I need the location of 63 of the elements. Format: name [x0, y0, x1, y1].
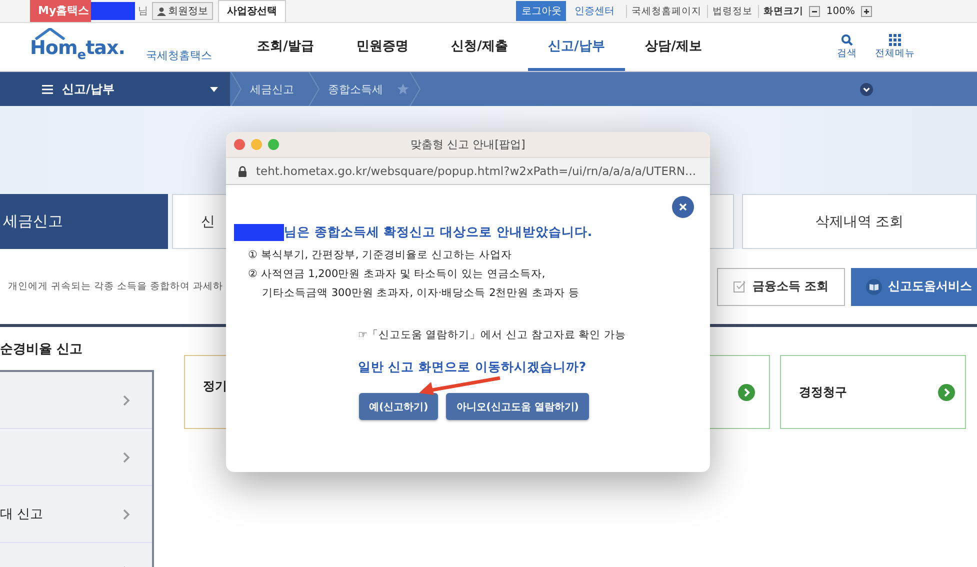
search-label[interactable]: 검색 [837, 47, 857, 60]
zoom-out-icon[interactable] [809, 6, 820, 16]
close-icon [679, 203, 687, 211]
breadcrumb-separator-icon [409, 72, 421, 106]
nav-tab[interactable]: 상담/제보 [625, 23, 722, 71]
zoom-label: 화면크기 [758, 4, 804, 18]
zoom-in-icon[interactable] [861, 6, 872, 16]
lock-icon [238, 166, 247, 176]
card-label: 정기 [203, 378, 227, 395]
criteria-text: ① 복식부기, 간편장부, 기준경비율로 신고하는 사업자 [248, 248, 513, 263]
page-tab[interactable]: 삭제내역 조회 [742, 194, 977, 249]
popup-heading: 님은 종합소득세 확정신고 대상으로 안내받았습니다. [284, 224, 592, 241]
chevron-circle-icon [738, 384, 755, 400]
section-title: 순경비율 신고 [0, 341, 84, 358]
nav-tab[interactable]: 조회/발급 [237, 23, 334, 71]
expand-icon[interactable] [860, 82, 873, 96]
person-icon [157, 6, 166, 16]
criteria-text: 기타소득금액 300만원 초과자, 이자·배당소득 2천만원 초과자 등 [261, 286, 580, 301]
menu-card[interactable]: 경정청구 [780, 355, 966, 429]
caret-icon [210, 86, 218, 92]
menu-dropdown[interactable]: 신고/납부 [0, 72, 230, 106]
grid-menu-icon[interactable] [889, 34, 901, 46]
criteria-text: ② 사적연금 1,200만원 초과자 및 타소득이 있는 연금소득자, [248, 267, 546, 282]
logo-text: Hom$_{e}$tax. [30, 38, 126, 65]
url-text: teht.hometax.go.kr/websquare/popup.html?w2xPath=/ui/rn/a/a/a/a/UTERN... [256, 164, 696, 178]
note-text: ☞「신고도움 열람하기」에서 신고 참고자료 확인 가능 [356, 328, 628, 342]
nav-tab[interactable]: 민원증명 [334, 23, 431, 71]
side-menu-item[interactable]: 대 신고 [0, 505, 44, 523]
window-controls-icon[interactable] [234, 139, 279, 150]
business-select-tab[interactable]: 사업장선택 [218, 0, 286, 22]
top-link[interactable]: 법령정보 [707, 4, 752, 18]
breadcrumb-link[interactable]: 세금신고 [242, 82, 308, 96]
menu-icon [42, 84, 53, 94]
checkbox-icon [733, 280, 746, 293]
dialog-button[interactable]: 예(신고하기) [359, 393, 438, 420]
logo-subtitle: 국세청홈택스 [146, 48, 213, 63]
chevron-circle-icon [938, 384, 955, 400]
window-title: 맞춤형 신고 안내[팝업] [410, 137, 526, 152]
member-info-button[interactable]: 회원정보 [152, 2, 214, 20]
user-suffix: 님 [138, 5, 148, 18]
question-text: 일반 신고 화면으로 이동하시겠습니까? [356, 359, 588, 376]
top-link[interactable]: 국세청홈페이지 [626, 4, 702, 18]
star-icon[interactable] [397, 83, 409, 95]
my-hometax-link[interactable]: My홈택스 [30, 0, 92, 22]
cert-center-link[interactable]: 인증센터 [574, 4, 614, 18]
redaction-block [234, 224, 284, 241]
page-tab[interactable]: 세금신고 [0, 194, 168, 249]
breadcrumb-link[interactable]: 종합소득세 [320, 82, 397, 96]
search-icon[interactable] [841, 34, 853, 46]
card-label: 경정청구 [799, 384, 847, 400]
zoom-value: 100% [826, 6, 855, 16]
logout-button[interactable]: 로그아웃 [516, 1, 566, 21]
nav-tab[interactable]: 신청/제출 [431, 23, 528, 71]
action-button[interactable]: 금융소득 조회 [717, 268, 845, 306]
redaction-block [91, 2, 136, 20]
breadcrumb-separator-icon [308, 72, 320, 106]
breadcrumb-separator-icon [230, 72, 242, 106]
description-text: 개인에게 귀속되는 각종 소득을 종합하여 과세하 [7, 280, 224, 293]
book-icon [866, 278, 882, 294]
action-button[interactable]: 신고도움서비스 [851, 268, 977, 306]
all-menu-label[interactable]: 전체메뉴 [875, 47, 915, 60]
dialog-button[interactable]: 아니오(신고도움 열람하기) [446, 393, 589, 420]
close-button[interactable] [672, 196, 694, 218]
